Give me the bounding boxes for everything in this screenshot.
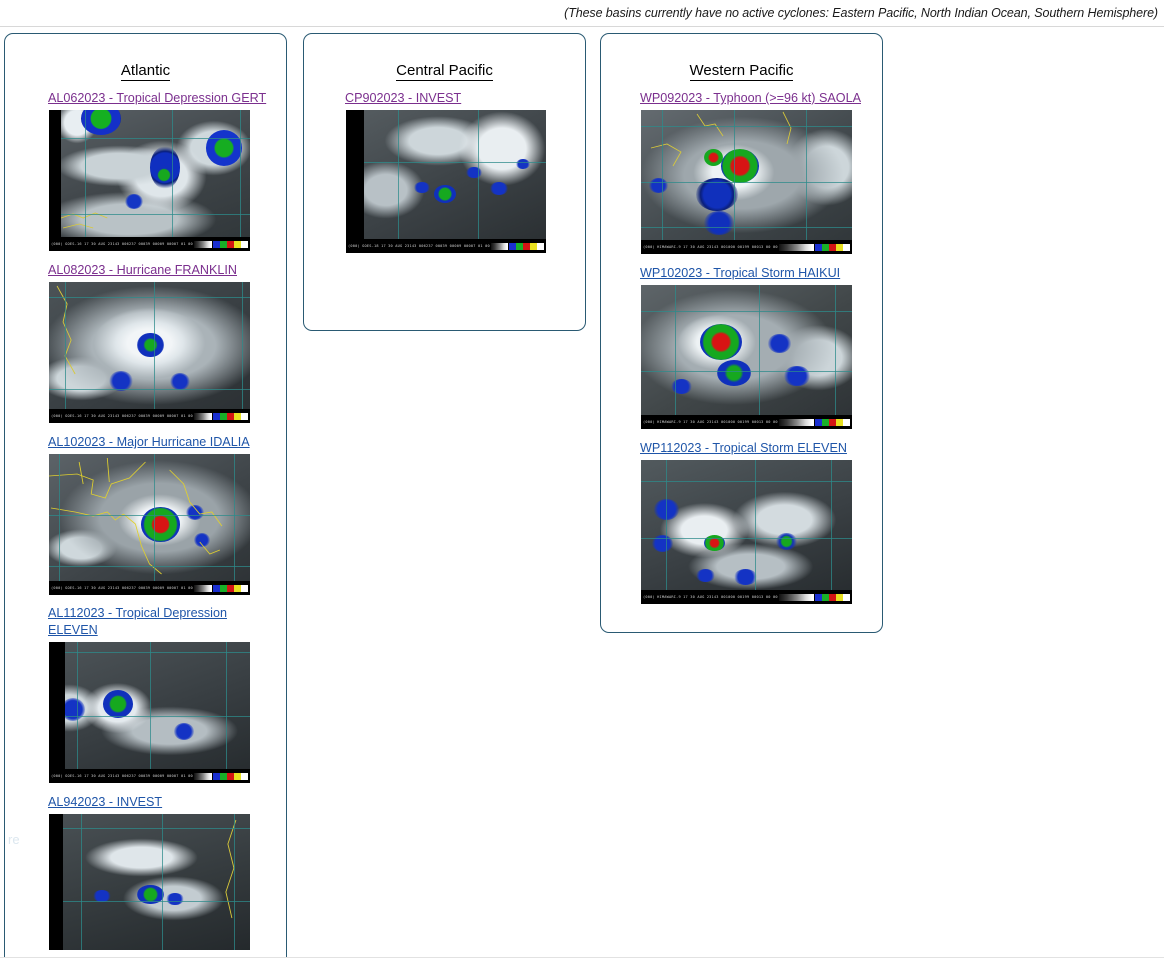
colorbar-ramp xyxy=(194,413,212,420)
storm-item-wp102023: WP102023 - Tropical Storm HAIKUI xyxy=(601,264,882,429)
colorbar-ramp xyxy=(779,419,814,426)
colorbar-swatches xyxy=(213,585,248,592)
basin-title-atlantic: Atlantic xyxy=(5,62,286,79)
storm-link-al062023[interactable]: AL062023 - Tropical Depression GERT xyxy=(48,90,266,107)
colorbar-swatches xyxy=(815,419,850,426)
storm-list-western-pacific: WP092023 - Typhoon (>=96 kt) SAOLA xyxy=(601,89,882,604)
basin-title-atlantic-text: Atlantic xyxy=(121,62,170,81)
storm-item-al112023: AL112023 - Tropical Depression ELEVEN xyxy=(5,605,286,783)
colorbar-ramp xyxy=(779,594,814,601)
storm-item-al082023: AL082023 - Hurricane FRANKLIN xyxy=(5,261,286,423)
colorbar-swatches xyxy=(815,244,850,251)
page-bottom-edge xyxy=(0,957,1164,962)
colorbar-swatches xyxy=(213,241,248,248)
satellite-colorbar-label-al102023: (000) GOES-16 17 30 AUG 23143 006237 000… xyxy=(49,585,193,591)
basin-title-western-pacific: Western Pacific xyxy=(601,62,882,79)
satellite-colorbar-label-wp102023: (000) HIMAWARI-9 17 30 AUG 23143 001000 … xyxy=(641,419,778,425)
satellite-image-wp102023[interactable]: (000) HIMAWARI-9 17 30 AUG 23143 001000 … xyxy=(641,285,852,429)
storm-link-al102023[interactable]: AL102023 - Major Hurricane IDALIA xyxy=(48,434,250,451)
storm-link-wp112023[interactable]: WP112023 - Tropical Storm ELEVEN xyxy=(640,440,847,457)
satellite-colorbar-al082023: (000) GOES-16 17 30 AUG 23143 006237 000… xyxy=(49,409,250,423)
satellite-image-al942023[interactable] xyxy=(49,814,250,950)
storm-item-al942023: AL942023 - INVEST xyxy=(5,793,286,950)
colorbar-ramp xyxy=(779,244,814,251)
storm-link-al112023[interactable]: AL112023 - Tropical Depression ELEVEN xyxy=(48,605,276,639)
satellite-colorbar-label-al112023: (000) GOES-16 17 30 AUG 23143 006237 000… xyxy=(49,773,193,779)
satellite-image-wp092023[interactable]: (000) HIMAWARI-9 17 30 AUG 23143 001000 … xyxy=(641,110,852,254)
storm-item-al102023: AL102023 - Major Hurricane IDALIA xyxy=(5,433,286,595)
storm-item-cp902023: CP902023 - INVEST xyxy=(304,89,585,253)
satellite-image-cp902023[interactable]: (000) GOES-18 17 30 AUG 23143 006237 000… xyxy=(346,110,546,253)
basin-title-central-pacific: Central Pacific xyxy=(304,62,585,79)
satellite-image-al112023[interactable]: (000) GOES-16 17 30 AUG 23143 006237 000… xyxy=(49,642,250,783)
satellite-colorbar-wp112023: (000) HIMAWARI-9 17 30 AUG 23143 001000 … xyxy=(641,590,852,604)
satellite-image-al062023[interactable]: (000) GOES-16 17 30 AUG 23143 006237 000… xyxy=(49,110,250,251)
satellite-colorbar-label-wp092023: (000) HIMAWARI-9 17 30 AUG 23143 001000 … xyxy=(641,244,778,250)
basin-notice-text: (These basins currently have no active c… xyxy=(564,6,1158,20)
storm-link-al942023[interactable]: AL942023 - INVEST xyxy=(48,794,162,811)
satellite-colorbar-wp102023: (000) HIMAWARI-9 17 30 AUG 23143 001000 … xyxy=(641,415,852,429)
satellite-colorbar-label-al062023: (000) GOES-16 17 30 AUG 23143 006237 000… xyxy=(49,241,193,247)
storm-list-central-pacific: CP902023 - INVEST xyxy=(304,89,585,253)
satellite-colorbar-al062023: (000) GOES-16 17 30 AUG 23143 006237 000… xyxy=(49,237,250,251)
colorbar-ramp xyxy=(194,773,212,780)
basin-panel-western-pacific: Western Pacific WP092023 - Typhoon (>=96… xyxy=(600,33,883,633)
storm-item-wp092023: WP092023 - Typhoon (>=96 kt) SAOLA xyxy=(601,89,882,254)
satellite-colorbar-al112023: (000) GOES-16 17 30 AUG 23143 006237 000… xyxy=(49,769,250,783)
storm-item-al062023: AL062023 - Tropical Depression GERT xyxy=(5,89,286,251)
storm-link-wp102023[interactable]: WP102023 - Tropical Storm HAIKUI xyxy=(640,265,840,282)
ghost-text-artifact: re xyxy=(8,832,20,847)
satellite-colorbar-al102023: (000) GOES-16 17 30 AUG 23143 006237 000… xyxy=(49,581,250,595)
colorbar-ramp xyxy=(491,243,508,250)
colorbar-swatches xyxy=(213,773,248,780)
satellite-colorbar-label-cp902023: (000) GOES-18 17 30 AUG 23143 006237 000… xyxy=(346,243,490,249)
satellite-colorbar-wp092023: (000) HIMAWARI-9 17 30 AUG 23143 001000 … xyxy=(641,240,852,254)
basin-notice-bar: (These basins currently have no active c… xyxy=(0,0,1164,27)
storm-link-cp902023[interactable]: CP902023 - INVEST xyxy=(345,90,461,107)
satellite-colorbar-cp902023: (000) GOES-18 17 30 AUG 23143 006237 000… xyxy=(346,239,546,253)
satellite-colorbar-label-al082023: (000) GOES-16 17 30 AUG 23143 006237 000… xyxy=(49,413,193,419)
storm-item-wp112023: WP112023 - Tropical Storm ELEVEN xyxy=(601,439,882,604)
satellite-image-al082023[interactable]: (000) GOES-16 17 30 AUG 23143 006237 000… xyxy=(49,282,250,423)
colorbar-swatches xyxy=(213,413,248,420)
basin-title-central-pacific-text: Central Pacific xyxy=(396,62,493,81)
storm-list-atlantic: AL062023 - Tropical Depression GERT xyxy=(5,89,286,950)
satellite-colorbar-label-wp112023: (000) HIMAWARI-9 17 30 AUG 23143 001000 … xyxy=(641,594,778,600)
storm-link-al082023[interactable]: AL082023 - Hurricane FRANKLIN xyxy=(48,262,237,279)
basin-title-western-pacific-text: Western Pacific xyxy=(690,62,794,81)
storm-link-wp092023[interactable]: WP092023 - Typhoon (>=96 kt) SAOLA xyxy=(640,90,861,107)
page-root: (These basins currently have no active c… xyxy=(0,0,1164,962)
satellite-image-al102023[interactable]: (000) GOES-16 17 30 AUG 23143 006237 000… xyxy=(49,454,250,595)
colorbar-ramp xyxy=(194,241,212,248)
colorbar-swatches xyxy=(815,594,850,601)
basin-panel-central-pacific: Central Pacific CP902023 - INVEST xyxy=(303,33,586,331)
colorbar-swatches xyxy=(509,243,544,250)
satellite-image-wp112023[interactable]: (000) HIMAWARI-9 17 30 AUG 23143 001000 … xyxy=(641,460,852,604)
colorbar-ramp xyxy=(194,585,212,592)
basin-panel-atlantic: Atlantic AL062023 - Tropical Depression … xyxy=(4,33,287,962)
